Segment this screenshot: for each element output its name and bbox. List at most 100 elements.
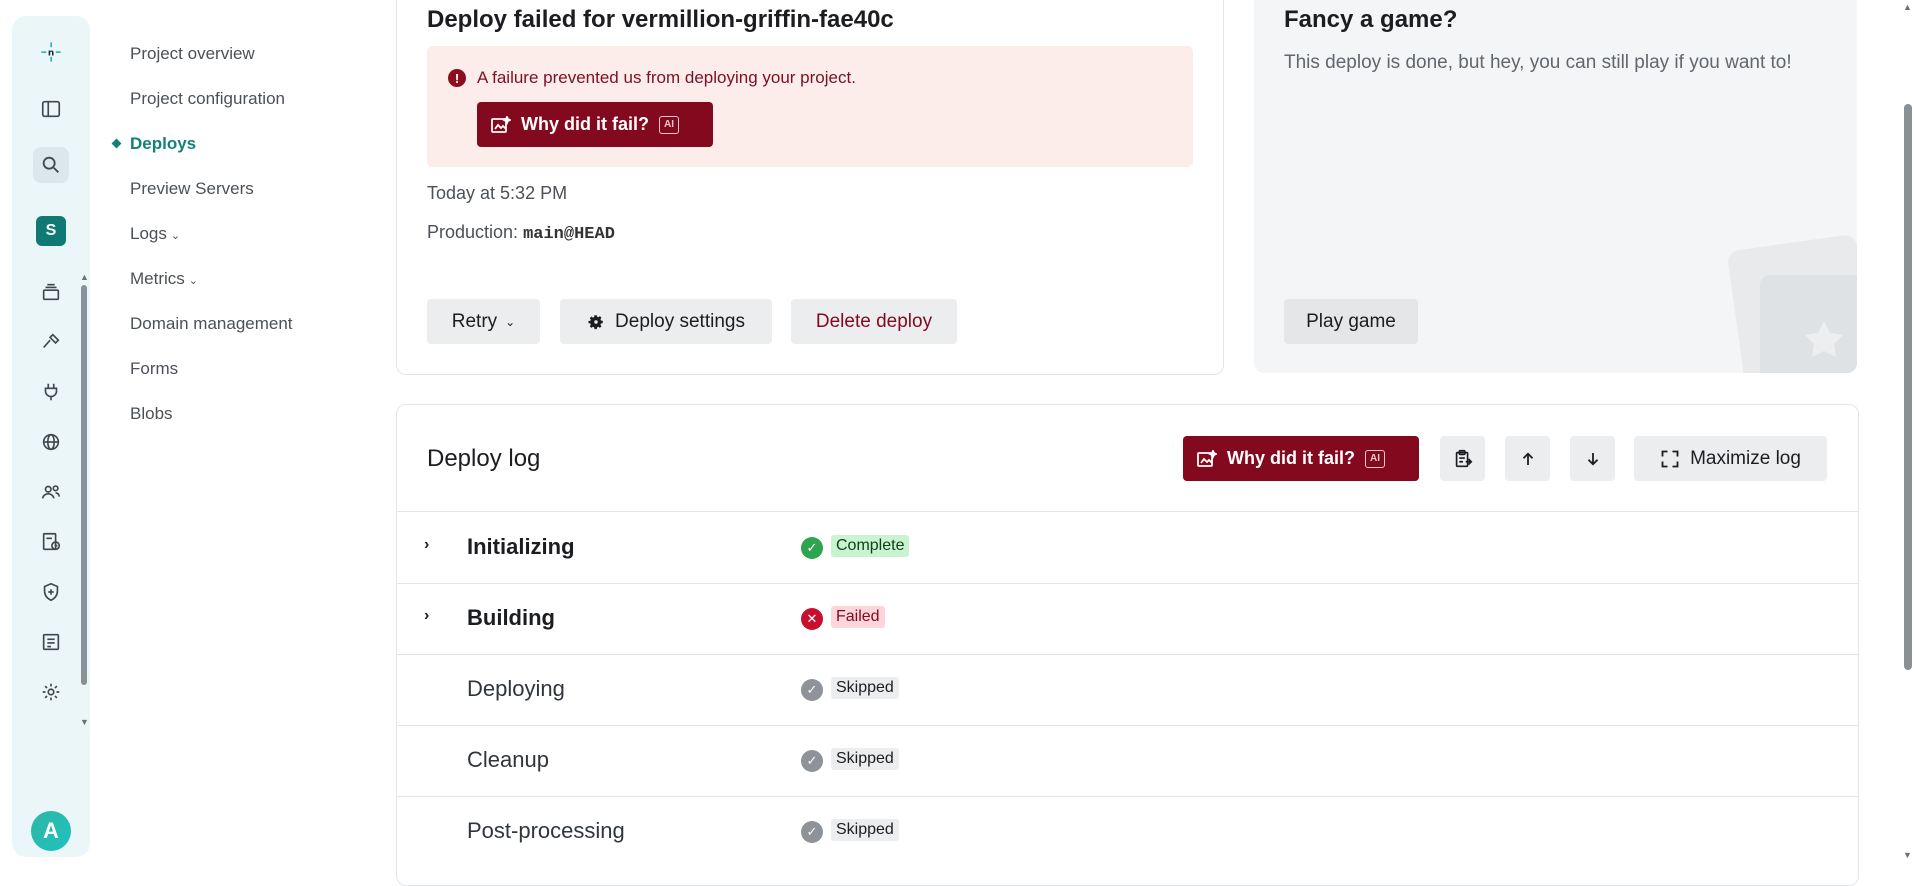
arrow-down-icon: [1584, 450, 1602, 468]
gear-icon: [587, 313, 605, 331]
docs-icon[interactable]: [33, 624, 69, 660]
page-scrollbar[interactable]: ▲ ▼: [1900, 0, 1915, 864]
nav-label: Logs: [130, 224, 167, 243]
deploy-time: Today at 5:32 PM: [427, 183, 568, 203]
log-step-row: Cleanup ✓ Skipped: [397, 725, 1858, 797]
nav-label: Blobs: [130, 404, 173, 423]
delete-deploy-button[interactable]: Delete deploy: [791, 299, 957, 344]
nav-label: Project overview: [130, 44, 255, 63]
log-step-row[interactable]: › Building ✕ Failed: [397, 583, 1858, 655]
nav-forms[interactable]: Forms: [130, 357, 178, 381]
step-name: Initializing: [467, 534, 575, 559]
step-name: Cleanup: [467, 747, 549, 772]
log-step-row[interactable]: › Initializing ✓ Complete: [397, 512, 1858, 584]
scroll-to-bottom-button[interactable]: [1570, 436, 1615, 481]
ai-tag: AI: [1365, 449, 1385, 468]
app-rail: n S A: [12, 16, 90, 857]
game-card: Fancy a game? This deploy is done, but h…: [1254, 0, 1857, 373]
maximize-log-button[interactable]: Maximize log: [1634, 436, 1827, 481]
button-label: Play game: [1306, 310, 1396, 332]
ai-diagnose-icon: [1197, 449, 1217, 468]
deploy-settings-button[interactable]: Deploy settings: [560, 299, 772, 344]
nav-project-configuration[interactable]: Project configuration: [130, 87, 285, 111]
team-icon[interactable]: [33, 474, 69, 510]
settings-gear-icon[interactable]: [33, 674, 69, 710]
status-badge: Skipped: [831, 819, 899, 841]
button-label: Retry: [451, 310, 498, 332]
nav-logs[interactable]: Logs ⌄: [130, 222, 180, 246]
deploy-log-title: Deploy log: [427, 445, 541, 472]
chevron-right-icon[interactable]: ›: [424, 536, 429, 554]
step-name: Deploying: [467, 676, 565, 701]
button-label: Why did it fail?: [521, 114, 649, 134]
status-badge: Skipped: [831, 677, 899, 699]
page-scrollbar-thumb[interactable]: [1904, 104, 1912, 670]
arrow-up-icon: [1519, 450, 1537, 468]
check-circle-icon: ✓: [801, 821, 823, 843]
nav-label: Domain management: [130, 314, 293, 333]
check-circle-icon: ✓: [801, 679, 823, 701]
scroll-down-arrow-icon[interactable]: ▼: [80, 717, 89, 727]
logs-clock-icon[interactable]: [33, 524, 69, 560]
play-game-button[interactable]: Play game: [1284, 299, 1418, 344]
user-avatar[interactable]: A: [31, 811, 71, 851]
search-icon[interactable]: [33, 147, 69, 183]
ai-diagnose-icon: [491, 115, 511, 134]
security-shield-icon[interactable]: [33, 574, 69, 610]
check-circle-icon: ✓: [801, 750, 823, 772]
nav-blobs[interactable]: Blobs: [130, 402, 173, 426]
button-label: Why did it fail?: [1227, 448, 1355, 468]
site-badge[interactable]: S: [36, 216, 66, 246]
deploy-log-card: Deploy log Why did it fail? AI Maximize …: [396, 404, 1859, 886]
rail-scrollbar-thumb[interactable]: [81, 285, 87, 685]
clipboard-copy-icon: [1452, 448, 1474, 470]
game-illustration-icon: [1728, 235, 1857, 373]
maximize-icon: [1660, 449, 1680, 469]
globe-icon[interactable]: [33, 424, 69, 460]
active-indicator-icon: [111, 138, 122, 149]
why-did-it-fail-button[interactable]: Why did it fail? AI: [477, 102, 713, 147]
status-badge: Failed: [831, 606, 885, 628]
step-name: Post-processing: [467, 818, 625, 843]
scroll-to-top-button[interactable]: [1505, 436, 1550, 481]
deploy-title: Deploy failed for vermillion-griffin-fae…: [427, 6, 894, 33]
chevron-down-icon: ⌄: [505, 314, 516, 329]
check-circle-icon: ✓: [801, 537, 823, 559]
copy-log-button[interactable]: [1440, 436, 1485, 481]
failure-alert: ! A failure prevented us from deploying …: [427, 46, 1193, 167]
status-badge: Skipped: [831, 748, 899, 770]
step-name: Building: [467, 605, 555, 630]
scroll-up-arrow-icon[interactable]: ▲: [1903, 2, 1912, 12]
scroll-down-arrow-icon[interactable]: ▼: [1903, 850, 1912, 860]
log-step-row: Deploying ✓ Skipped: [397, 654, 1858, 726]
build-hammer-icon[interactable]: [33, 324, 69, 360]
scroll-up-arrow-icon[interactable]: ▲: [80, 272, 89, 282]
branch-ref: main@HEAD: [523, 225, 615, 244]
ai-tag: AI: [659, 115, 679, 134]
log-why-did-it-fail-button[interactable]: Why did it fail? AI: [1183, 436, 1419, 481]
deploy-production: Production: main@HEAD: [427, 222, 615, 244]
nav-label: Metrics: [130, 269, 185, 288]
svg-text:n: n: [48, 48, 54, 58]
alert-icon: !: [448, 69, 466, 87]
status-badge: Complete: [831, 535, 910, 557]
deploys-stack-icon[interactable]: [33, 274, 69, 310]
nav-preview-servers[interactable]: Preview Servers: [130, 177, 254, 201]
nav-project-overview[interactable]: Project overview: [130, 42, 255, 66]
retry-button[interactable]: Retry ⌄: [427, 299, 540, 344]
netlify-logo-icon[interactable]: n: [33, 34, 69, 70]
nav-domain-management[interactable]: Domain management: [130, 312, 293, 336]
chevron-right-icon[interactable]: ›: [424, 607, 429, 625]
sidebar-toggle-icon[interactable]: [33, 91, 69, 127]
log-step-row: Post-processing ✓ Skipped: [397, 796, 1858, 867]
alert-text: A failure prevented us from deploying yo…: [477, 68, 856, 87]
game-title: Fancy a game?: [1284, 6, 1458, 33]
nav-label: Project configuration: [130, 89, 285, 108]
button-label: Maximize log: [1690, 447, 1801, 469]
plug-icon[interactable]: [33, 374, 69, 410]
nav-metrics[interactable]: Metrics ⌄: [130, 267, 198, 291]
nav-label: Preview Servers: [130, 179, 254, 198]
chevron-down-icon: ⌄: [170, 230, 181, 242]
rail-scrollbar[interactable]: ▲ ▼: [80, 272, 89, 727]
nav-deploys[interactable]: Deploys: [111, 132, 196, 156]
